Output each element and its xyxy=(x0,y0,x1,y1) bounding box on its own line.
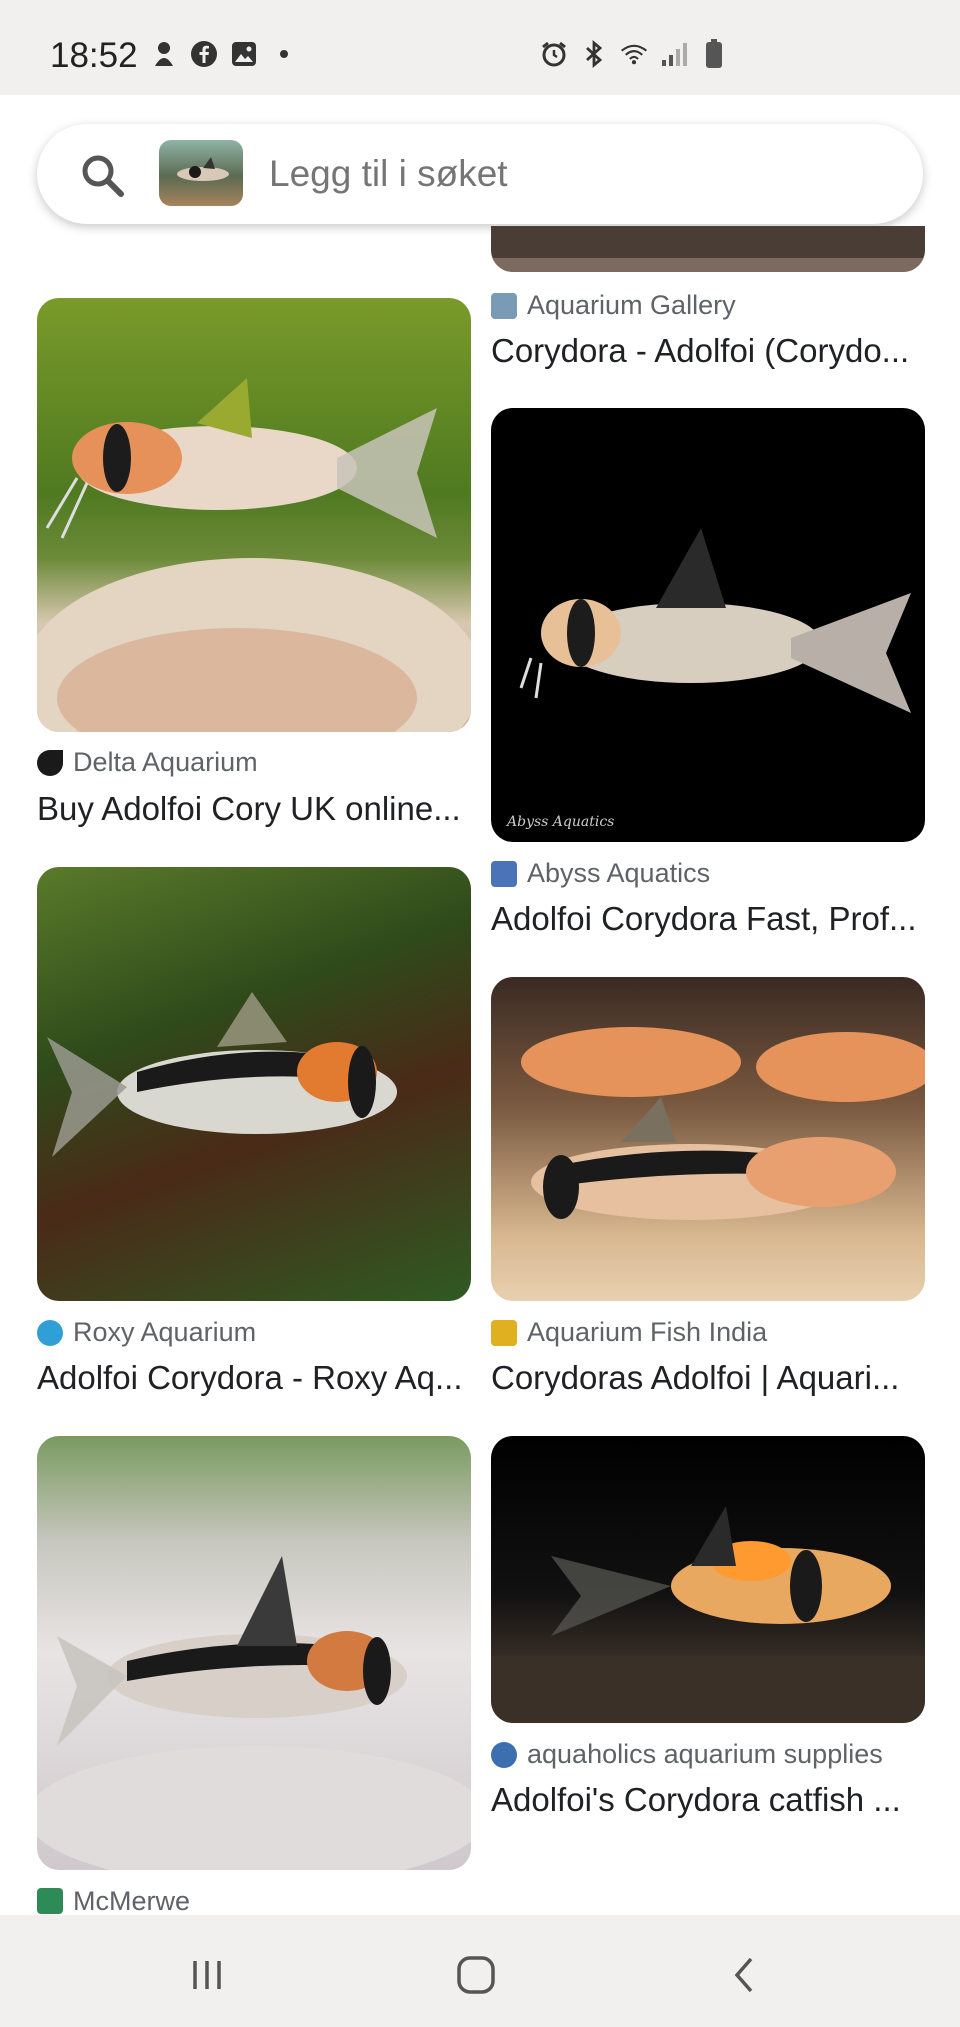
favicon-icon xyxy=(37,1888,63,1914)
navigation-bar xyxy=(0,1915,960,2027)
home-icon[interactable] xyxy=(446,1945,506,2005)
signal-icon xyxy=(660,40,688,68)
favicon-icon xyxy=(491,860,517,887)
result-image-2[interactable]: Abyss Aquatics xyxy=(491,408,925,842)
result-title-1[interactable]: Buy Adolfoi Cory UK online... xyxy=(37,790,471,828)
recent-apps-icon[interactable] xyxy=(177,1945,237,2005)
back-icon[interactable] xyxy=(715,1945,775,2005)
result-source-1[interactable]: Delta Aquarium xyxy=(37,747,258,778)
result-source-0[interactable]: Aquarium Gallery xyxy=(491,290,736,321)
result-title-4[interactable]: Corydoras Adolfoi | Aquari... xyxy=(491,1359,925,1397)
image-watermark: Abyss Aquatics xyxy=(507,814,615,830)
result-image-0[interactable] xyxy=(491,226,925,272)
result-source-2[interactable]: Abyss Aquatics xyxy=(491,858,710,889)
favicon-icon xyxy=(491,292,517,319)
gallery-icon xyxy=(230,40,258,68)
status-bar: 18:52 xyxy=(0,0,960,95)
bluetooth-icon xyxy=(580,40,608,68)
dot-icon xyxy=(270,40,298,68)
result-source-3[interactable]: Roxy Aquarium xyxy=(37,1317,256,1348)
result-image-3[interactable] xyxy=(37,867,471,1301)
facebook-icon xyxy=(190,40,218,68)
result-image-4[interactable] xyxy=(491,977,925,1301)
search-icon[interactable] xyxy=(79,152,125,198)
search-image-thumbnail[interactable] xyxy=(159,140,243,206)
result-source-5[interactable]: aquaholics aquarium supplies xyxy=(491,1739,883,1770)
wifi-icon xyxy=(620,40,648,68)
result-title-3[interactable]: Adolfoi Corydora - Roxy Aq... xyxy=(37,1359,471,1397)
result-title-0[interactable]: Corydora - Adolfoi (Corydo... xyxy=(491,332,925,370)
search-bar[interactable] xyxy=(37,124,923,224)
result-image-6[interactable] xyxy=(37,1436,471,1870)
favicon-icon xyxy=(37,749,63,776)
status-time: 18:52 xyxy=(50,36,138,75)
alarm-icon xyxy=(540,40,568,68)
result-source-4[interactable]: Aquarium Fish India xyxy=(491,1317,767,1348)
favicon-icon xyxy=(491,1741,517,1768)
search-input[interactable] xyxy=(269,153,869,195)
result-title-2[interactable]: Adolfoi Corydora Fast, Prof... xyxy=(491,900,925,938)
partial-title-clipped xyxy=(37,232,471,252)
battery-icon xyxy=(700,39,728,68)
favicon-icon xyxy=(37,1319,63,1346)
status-icons-right xyxy=(540,39,728,68)
result-image-1[interactable] xyxy=(37,298,471,732)
result-title-5[interactable]: Adolfoi's Corydora catfish ... xyxy=(491,1781,925,1819)
favicon-icon xyxy=(491,1319,517,1346)
notification-icon xyxy=(150,40,178,68)
status-icons-left xyxy=(150,40,298,68)
result-source-6[interactable]: McMerwe xyxy=(37,1887,190,1915)
result-image-5[interactable] xyxy=(491,1436,925,1723)
